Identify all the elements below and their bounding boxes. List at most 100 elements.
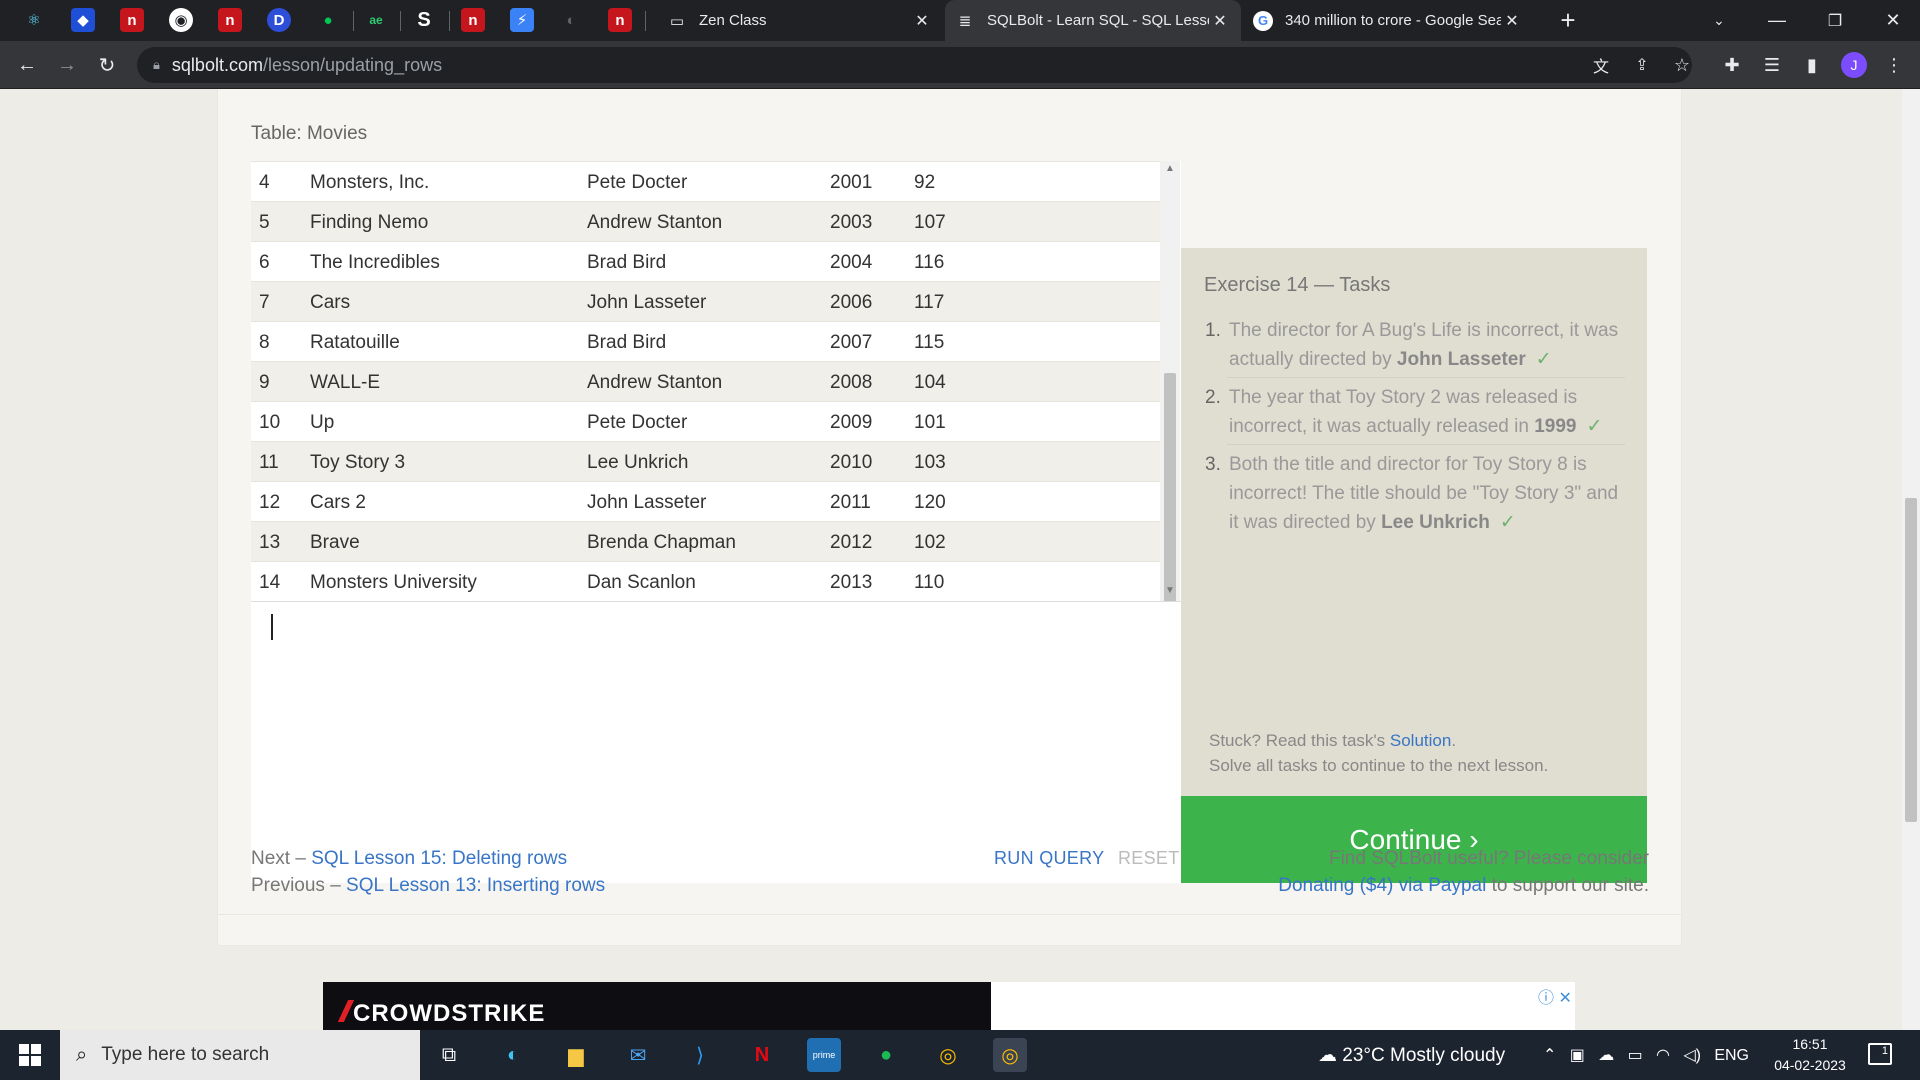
globe-icon[interactable]: ◉ [169, 8, 193, 32]
n-icon[interactable]: n [608, 8, 632, 32]
table-row: 9 WALL-E Andrew Stanton 2008 104 [251, 361, 1161, 401]
reload-icon[interactable]: ↻ [93, 51, 121, 79]
n-icon[interactable]: n [461, 8, 485, 32]
tab-sqlbolt[interactable]: ≣ SQLBolt - Learn SQL - SQL Lessor ✕ [945, 0, 1241, 41]
file-explorer-icon[interactable]: ▆ [559, 1038, 593, 1072]
device-icon[interactable]: ▣ [1570, 1047, 1585, 1064]
cell-title: The Incredibles [310, 252, 440, 273]
language-indicator[interactable]: ENG [1714, 1047, 1749, 1064]
cell-director: John Lasseter [587, 292, 707, 313]
tab-zen-class[interactable]: ▭ Zen Class ✕ [657, 0, 943, 41]
donate-link[interactable]: Donating ($4) via Paypal [1278, 875, 1486, 896]
weather-widget[interactable]: ☁ 23°C Mostly cloudy [1318, 1044, 1505, 1067]
leaf-icon[interactable]: ● [316, 8, 340, 32]
netflix-icon[interactable]: N [745, 1038, 779, 1072]
onedrive-icon[interactable]: ☁ [1598, 1047, 1614, 1064]
tab-search-icon[interactable]: ⌄ [1690, 0, 1748, 41]
cell-title: Brave [310, 532, 360, 553]
cell-length: 102 [914, 532, 946, 553]
close-icon[interactable]: ✕ [1209, 11, 1231, 31]
previous-lesson-link[interactable]: SQL Lesson 13: Inserting rows [346, 875, 605, 896]
notification-icon[interactable]: 1 [1868, 1043, 1892, 1065]
browser-tab-strip: ⚛ ◆ n ◉ n D ● ae S n ⚡ ◐ n ▭ Zen Class ✕… [0, 0, 1920, 41]
volume-icon[interactable]: ◁) [1683, 1047, 1701, 1064]
system-tray: ⌃ ▣ ☁ ▭ ◠ ◁) ENG [1543, 1045, 1749, 1065]
prime-video-icon[interactable]: prime [807, 1038, 841, 1072]
solution-link[interactable]: Solution [1390, 731, 1451, 750]
advertisement-banner[interactable]: CROWDSTRIKE ⓘ ✕ [323, 982, 1575, 1030]
cell-id: 9 [259, 372, 270, 393]
cell-id: 4 [259, 172, 270, 193]
cell-year: 2003 [830, 212, 873, 233]
restore-icon[interactable]: ❐ [1806, 0, 1864, 41]
cell-length: 101 [914, 412, 946, 433]
edge-icon[interactable]: ◐ [496, 1038, 530, 1072]
windows-start-icon[interactable] [0, 1030, 60, 1080]
close-icon[interactable]: ✕ [1501, 11, 1523, 31]
tab-google-search[interactable]: G 340 million to crore - Google Sea ✕ [1243, 0, 1533, 41]
github-icon[interactable]: ◐ [559, 8, 583, 32]
address-bar[interactable]: 🔒︎ sqlbolt.com /lesson/updating_rows [137, 47, 1692, 83]
d-icon[interactable]: D [267, 8, 291, 32]
windows-taskbar: ⌕ Type here to search ⧉ ◐ ▆ ✉ ⟩ N prime … [0, 1030, 1920, 1080]
battery-icon[interactable]: ▭ [1628, 1047, 1643, 1064]
minimize-icon[interactable]: — [1748, 0, 1806, 41]
scroll-down-icon[interactable]: ▼ [1164, 585, 1176, 597]
side-panel-icon[interactable]: ▮ [1798, 51, 1826, 79]
table-row: 4 Monsters, Inc. Pete Docter 2001 92 [251, 161, 1161, 201]
share-icon[interactable]: ⇪ [1628, 51, 1656, 79]
cell-year: 2001 [830, 172, 873, 193]
url-path: /lesson/updating_rows [262, 54, 443, 75]
taskbar-search-input[interactable]: ⌕ Type here to search [60, 1030, 420, 1080]
media-control-icon[interactable]: ☰ [1758, 51, 1786, 79]
ad-image[interactable]: CROWDSTRIKE [323, 982, 991, 1030]
n-icon[interactable]: n [218, 8, 242, 32]
vscode-icon[interactable]: ⟩ [683, 1038, 717, 1072]
spotify-icon[interactable]: ● [869, 1038, 903, 1072]
forward-icon[interactable]: → [53, 51, 81, 79]
sql-query-editor[interactable] [251, 601, 1181, 883]
cell-id: 5 [259, 212, 270, 233]
cell-year: 2008 [830, 372, 873, 393]
translate-icon[interactable]: 文 [1587, 51, 1615, 79]
page-scrollbar-thumb[interactable] [1905, 498, 1917, 822]
tab-title: SQLBolt - Learn SQL - SQL Lessor [987, 12, 1209, 29]
shield-icon[interactable]: ◆ [71, 8, 95, 32]
task-answer: John Lasseter [1396, 349, 1526, 370]
profile-avatar[interactable]: J [1841, 52, 1867, 78]
bolt-icon[interactable]: ⚡ [510, 8, 534, 32]
clock[interactable]: 16:51 04-02-2023 [1770, 1034, 1850, 1076]
previous-lesson-line: Previous – SQL Lesson 13: Inserting rows [251, 875, 605, 897]
ad-info-close-icon[interactable]: ⓘ ✕ [1538, 984, 1572, 1008]
stuck-suffix: . [1451, 731, 1457, 750]
back-icon[interactable]: ← [13, 51, 41, 79]
run-query-button[interactable]: RUN QUERY [994, 848, 1104, 869]
cell-year: 2007 [830, 332, 873, 353]
results-table: 4 Monsters, Inc. Pete Docter 2001 92 5 F… [251, 161, 1181, 601]
ae-icon[interactable]: ae [364, 8, 388, 32]
new-tab-button[interactable]: + [1550, 0, 1586, 41]
task-text: Both the title and director for Toy Stor… [1229, 450, 1629, 537]
cell-title: Monsters, Inc. [310, 172, 430, 193]
task-view-icon[interactable]: ⧉ [432, 1038, 466, 1072]
n-icon[interactable]: n [120, 8, 144, 32]
wifi-icon[interactable]: ◠ [1656, 1047, 1670, 1064]
mail-icon[interactable]: ✉ [621, 1038, 655, 1072]
bookmark-star-icon[interactable]: ☆ [1668, 51, 1696, 79]
extensions-icon[interactable]: ✚ [1718, 51, 1746, 79]
s-icon[interactable]: S [412, 8, 436, 32]
next-lesson-link[interactable]: SQL Lesson 15: Deleting rows [311, 848, 567, 869]
reset-button[interactable]: RESET [1118, 848, 1180, 869]
react-icon[interactable]: ⚛ [22, 8, 46, 32]
close-icon[interactable]: ✕ [911, 11, 933, 31]
chevron-up-icon[interactable]: ⌃ [1543, 1047, 1556, 1064]
chrome-icon[interactable]: ◎ [931, 1038, 965, 1072]
prev-prefix: Previous – [251, 875, 347, 896]
close-window-icon[interactable]: ✕ [1864, 0, 1920, 41]
solve-hint: Solve all tasks to continue to the next … [1209, 756, 1549, 775]
tab-title: 340 million to crore - Google Sea [1285, 12, 1501, 29]
cell-title: Toy Story 3 [310, 452, 406, 473]
menu-icon[interactable]: ⋮ [1880, 51, 1908, 79]
scroll-up-icon[interactable]: ▲ [1164, 163, 1176, 175]
chrome-profile-icon[interactable]: ◎ [993, 1038, 1027, 1072]
